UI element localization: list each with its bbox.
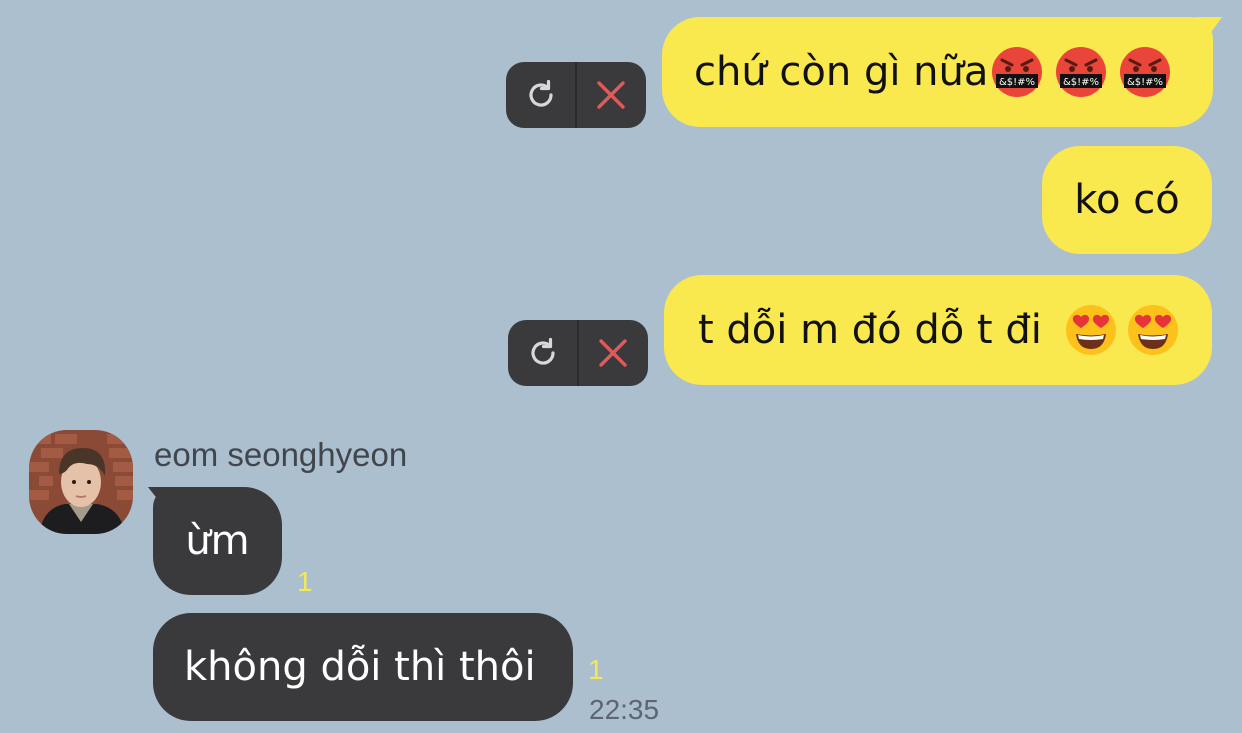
retry-button[interactable] bbox=[508, 320, 577, 386]
outgoing-message[interactable]: ko có bbox=[1042, 146, 1212, 254]
close-icon bbox=[597, 81, 626, 109]
message-text: ko có bbox=[1074, 177, 1180, 223]
retry-icon bbox=[530, 337, 555, 365]
heart-eyes-face-emoji bbox=[1126, 303, 1180, 357]
swearing-face-emoji: &$!#% bbox=[1054, 45, 1108, 99]
failed-message-actions bbox=[508, 320, 648, 386]
contact-name: eom seonghyeon bbox=[154, 436, 408, 473]
message-text: ừm bbox=[185, 518, 250, 564]
failed-message-actions bbox=[506, 62, 646, 128]
avatar[interactable] bbox=[29, 430, 133, 534]
outgoing-message[interactable]: chứ còn gì nữa &$!#% &$!#% &$!#% bbox=[662, 17, 1213, 127]
cancel-button[interactable] bbox=[579, 320, 648, 386]
incoming-message[interactable]: không dỗi thì thôi bbox=[153, 613, 573, 721]
svg-text:&$!#%: &$!#% bbox=[1127, 77, 1163, 88]
retry-icon bbox=[528, 79, 553, 107]
swearing-face-emoji: &$!#% bbox=[990, 45, 1044, 99]
message-timestamp: 22:35 bbox=[589, 694, 660, 725]
unread-count: 1 bbox=[297, 566, 313, 597]
close-icon bbox=[599, 339, 628, 367]
heart-eyes-face-emoji bbox=[1064, 303, 1118, 357]
bubble-tail bbox=[1196, 17, 1222, 39]
message-text: chứ còn gì nữa bbox=[694, 49, 989, 95]
swearing-face-emoji: &$!#% bbox=[1118, 45, 1172, 99]
svg-text:&$!#%: &$!#% bbox=[999, 77, 1035, 88]
unread-count: 1 bbox=[588, 654, 604, 685]
message-text: t dỗi m đó dỗ t đi bbox=[698, 307, 1042, 353]
incoming-message[interactable]: ừm bbox=[153, 487, 282, 595]
svg-text:&$!#%: &$!#% bbox=[1063, 77, 1099, 88]
cancel-button[interactable] bbox=[577, 62, 646, 128]
retry-button[interactable] bbox=[506, 62, 575, 128]
message-text: không dỗi thì thôi bbox=[184, 644, 536, 690]
outgoing-message[interactable]: t dỗi m đó dỗ t đi bbox=[664, 275, 1212, 385]
